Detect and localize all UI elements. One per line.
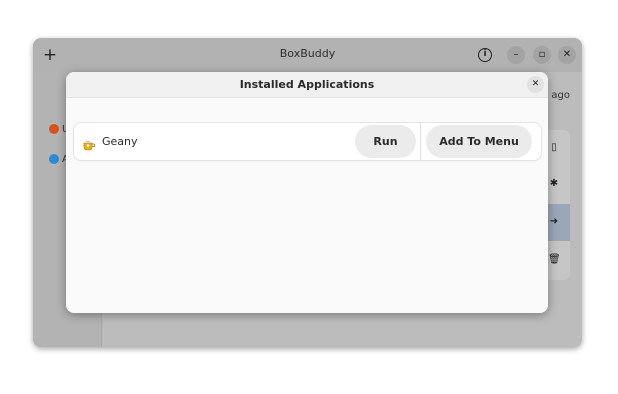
minimize-button[interactable]: – xyxy=(507,46,525,64)
dialog-header: Installed Applications ✕ xyxy=(66,72,548,98)
dialog-title: Installed Applications xyxy=(239,78,375,91)
run-button[interactable]: Run xyxy=(355,125,416,158)
close-button[interactable]: ✕ xyxy=(558,46,576,64)
app-row: Geany Run Add To Menu xyxy=(74,123,541,160)
info-icon[interactable]: i xyxy=(478,48,492,62)
divider xyxy=(420,123,421,160)
main-header-bar: + BoxBuddy i – ▫ ✕ xyxy=(33,38,582,72)
arrow-icon[interactable]: ➜ xyxy=(548,216,560,228)
upgrade-icon[interactable]: ✱ xyxy=(548,178,560,190)
dialog-close-button[interactable]: ✕ xyxy=(527,76,544,93)
terminal-icon[interactable]: ▯ xyxy=(548,142,560,154)
distro-dot-icon xyxy=(49,154,59,164)
distro-dot-icon xyxy=(49,124,59,134)
maximize-button[interactable]: ▫ xyxy=(533,46,551,64)
installed-applications-dialog: Installed Applications ✕ Geany Run Add T… xyxy=(66,72,548,313)
app-name: Geany xyxy=(102,135,138,148)
add-to-menu-button[interactable]: Add To Menu xyxy=(426,125,532,158)
window-title: BoxBuddy xyxy=(279,47,336,60)
delete-icon[interactable]: 🗑 xyxy=(548,254,561,266)
geany-teacup-icon xyxy=(83,136,96,151)
